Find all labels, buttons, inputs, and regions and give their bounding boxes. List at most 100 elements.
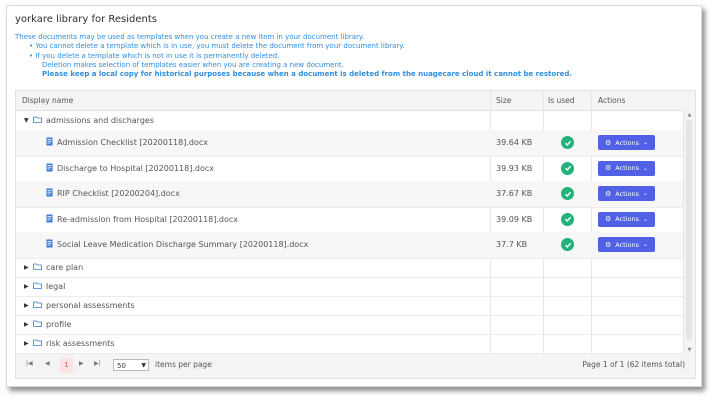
chevron-down-icon: ⌄	[643, 164, 649, 172]
document-row[interactable]: Admission Checklist [20200118].docx 39.6…	[16, 130, 683, 157]
actions-cell: ⚙ Actions ⌄	[598, 207, 656, 233]
check-circle-icon	[561, 136, 574, 150]
document-row[interactable]: Re-admission from Hospital [20200118].do…	[16, 207, 683, 233]
actions-cell: ⚙ Actions ⌄	[598, 156, 656, 182]
folder-row[interactable]: ▶ legal	[16, 277, 683, 297]
folder-name-cell: ▶ risk assessments	[24, 334, 114, 353]
actions-button[interactable]: ⚙ Actions ⌄	[598, 135, 656, 151]
column-header-actions: Actions	[598, 96, 626, 105]
document-size: 37.7 KB	[496, 240, 528, 250]
scroll-down-icon[interactable]: ▼	[684, 347, 695, 353]
in-use-cell	[561, 130, 574, 156]
actions-button[interactable]: ⚙ Actions ⌄	[598, 160, 656, 176]
library-panel: yorkare library for Residents These docu…	[6, 5, 702, 387]
folder-row[interactable]: ▼ admissions and discharges	[16, 111, 683, 131]
info-line-deletion: Deletion makes selection of templates ea…	[42, 60, 344, 69]
info-bullet-permanent-delete: If you delete a template which is not in…	[15, 52, 572, 61]
document-row[interactable]: Social Leave Medication Discharge Summar…	[16, 232, 683, 259]
folder-name: personal assessments	[46, 300, 135, 310]
chevron-down-icon: ⌄	[643, 139, 649, 147]
in-use-cell	[561, 156, 574, 182]
chevron-down-icon: ⌄	[643, 241, 649, 249]
folder-icon	[33, 320, 42, 329]
document-icon	[46, 163, 53, 174]
folder-name-cell: ▶ legal	[24, 277, 65, 296]
folder-name-cell: ▼ admissions and discharges	[24, 111, 154, 130]
pager: |◀ ◀ 1 ▶ ▶| 50 ▼ items per page Page 1 o…	[15, 354, 696, 379]
document-name[interactable]: Social Leave Medication Discharge Summar…	[57, 240, 308, 249]
document-row[interactable]: RIP Checklist [20200204].docx 37.67 KB ⚙…	[16, 181, 683, 208]
gear-icon: ⚙	[605, 164, 612, 173]
document-name-cell: RIP Checklist [20200204].docx	[46, 181, 180, 207]
document-name-cell: Re-admission from Hospital [20200118].do…	[46, 207, 238, 233]
folder-name-cell: ▶ profile	[24, 315, 71, 334]
scrollbar-thumb[interactable]	[686, 120, 692, 340]
folder-row[interactable]: ▶ personal assessments	[16, 296, 683, 316]
in-use-cell	[561, 232, 574, 258]
folder-name-cell: ▶ care plan	[24, 258, 83, 277]
page-size-value: 50	[117, 362, 126, 370]
page-size-select[interactable]: 50 ▼	[113, 359, 149, 371]
column-header-size[interactable]: Size	[496, 91, 511, 110]
first-page-icon[interactable]: |◀	[26, 360, 33, 367]
caret-right-icon[interactable]: ▶	[24, 264, 30, 271]
grid-header: Display name Size Is used Actions	[16, 91, 695, 111]
vertical-scrollbar[interactable]: ▲ ▼	[683, 110, 695, 354]
document-size: 39.09 KB	[496, 214, 533, 224]
chevron-down-icon: ⌄	[643, 190, 649, 198]
document-name-cell: Admission Checklist [20200118].docx	[46, 130, 208, 156]
next-page-icon[interactable]: ▶	[79, 360, 84, 367]
folder-row[interactable]: ▶ care plan	[16, 258, 683, 278]
folder-icon	[33, 263, 42, 272]
actions-label: Actions	[615, 138, 640, 147]
last-page-icon[interactable]: ▶|	[94, 360, 101, 367]
document-name[interactable]: Admission Checklist [20200118].docx	[57, 138, 208, 147]
chevron-down-icon: ▼	[141, 362, 146, 369]
folder-name: care plan	[46, 262, 84, 272]
actions-cell: ⚙ Actions ⌄	[598, 181, 656, 207]
folder-name: admissions and discharges	[46, 116, 154, 125]
page-number-current[interactable]: 1	[60, 358, 73, 373]
folder-row[interactable]: ▶ risk assessments	[16, 334, 683, 354]
folder-name: risk assessments	[46, 338, 115, 348]
info-bullet-delete-in-use: You cannot delete a template which is in…	[15, 42, 572, 51]
document-name-cell: Social Leave Medication Discharge Summar…	[46, 232, 308, 258]
caret-right-icon[interactable]: ▶	[24, 340, 30, 347]
caret-right-icon[interactable]: ▶	[24, 283, 30, 290]
caret-right-icon[interactable]: ▶	[24, 321, 30, 328]
document-icon	[46, 137, 53, 148]
document-icon	[46, 239, 53, 250]
info-line-templates: These documents may be used as templates…	[15, 33, 365, 41]
folder-name: legal	[46, 281, 66, 291]
document-name[interactable]: RIP Checklist [20200204].docx	[57, 189, 180, 198]
caret-right-icon[interactable]: ▶	[24, 302, 30, 309]
actions-label: Actions	[615, 164, 640, 173]
document-name[interactable]: Discharge to Hospital [20200118].docx	[57, 164, 214, 173]
info-warning: Please keep a local copy for historical …	[42, 70, 573, 79]
folder-icon	[33, 116, 42, 125]
document-name[interactable]: Re-admission from Hospital [20200118].do…	[57, 215, 238, 224]
column-header-is-used[interactable]: Is used	[548, 91, 575, 110]
caret-down-icon[interactable]: ▼	[24, 117, 30, 124]
column-header-display-name[interactable]: Display name	[22, 91, 73, 110]
scroll-up-icon[interactable]: ▲	[684, 112, 695, 118]
actions-button[interactable]: ⚙ Actions ⌄	[598, 186, 656, 202]
actions-button[interactable]: ⚙ Actions ⌄	[598, 211, 656, 227]
actions-label: Actions	[615, 240, 640, 249]
actions-button[interactable]: ⚙ Actions ⌄	[598, 237, 656, 253]
folder-name: profile	[46, 319, 72, 329]
gear-icon: ⚙	[605, 215, 612, 224]
prev-page-icon[interactable]: ◀	[45, 360, 50, 367]
info-text: These documents may be used as templates…	[15, 33, 572, 79]
document-row[interactable]: Discharge to Hospital [20200118].docx 39…	[16, 156, 683, 182]
document-name-cell: Discharge to Hospital [20200118].docx	[46, 156, 214, 182]
folder-icon	[33, 339, 42, 348]
check-circle-icon	[561, 161, 574, 175]
page-title: yorkare library for Residents	[15, 14, 158, 25]
in-use-cell	[561, 207, 574, 233]
chevron-down-icon: ⌄	[643, 215, 649, 223]
folder-row[interactable]: ▶ profile	[16, 315, 683, 335]
check-circle-icon	[561, 238, 574, 252]
actions-cell: ⚙ Actions ⌄	[598, 232, 656, 258]
in-use-cell	[561, 181, 574, 207]
